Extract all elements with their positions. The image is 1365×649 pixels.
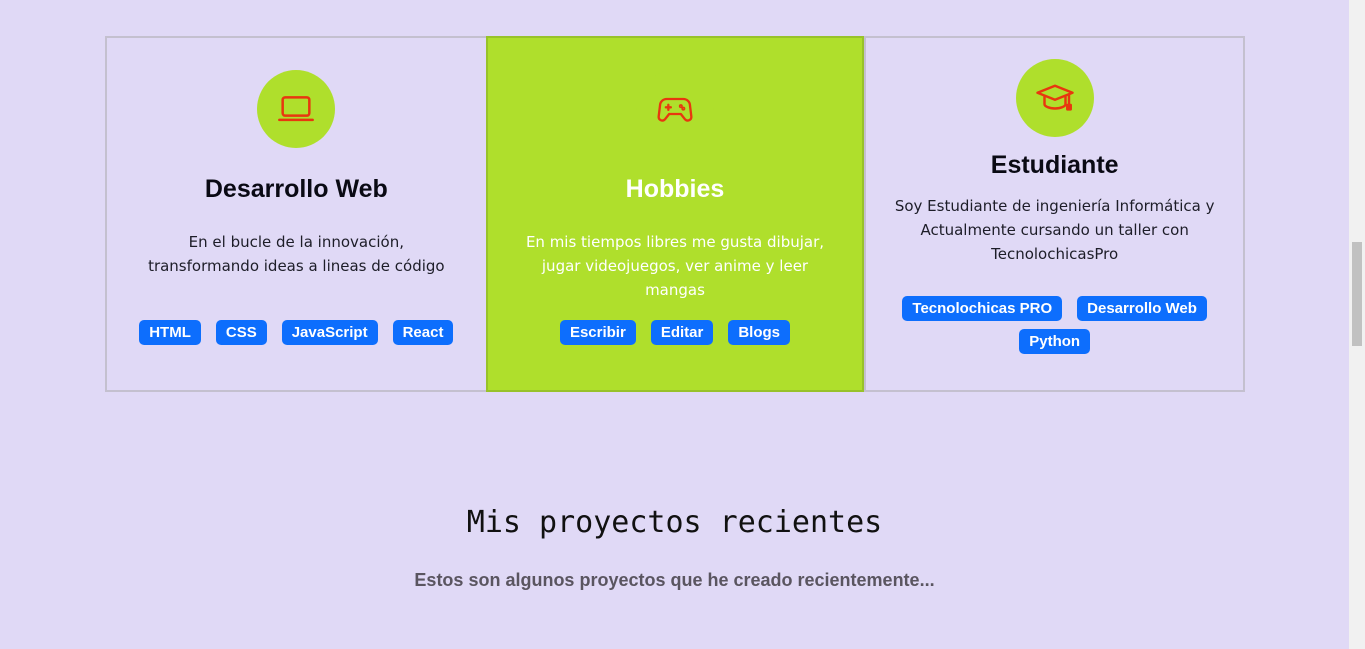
tag-javascript[interactable]: JavaScript: [281, 320, 378, 345]
scrollbar-thumb[interactable]: [1352, 242, 1362, 346]
tag-css[interactable]: CSS: [215, 320, 267, 345]
card-title: Estudiante: [990, 151, 1119, 179]
card-tags: Escribir Editar Blogs: [508, 320, 843, 345]
tag-editar[interactable]: Editar: [650, 320, 714, 345]
card-estudiante: Estudiante Soy Estudiante de ingeniería …: [864, 38, 1243, 390]
graduation-cap-icon: [1015, 59, 1094, 137]
card-tags: Tecnolochicas PRO Desarrollo Web Python: [886, 296, 1223, 354]
tag-tecnolochicas-pro[interactable]: Tecnolochicas PRO: [902, 296, 1063, 321]
projects-title: Mis proyectos recientes: [466, 505, 883, 540]
tag-html[interactable]: HTML: [139, 320, 201, 345]
card-title: Hobbies: [625, 175, 725, 203]
card-description: En el bucle de la innovación, transforma…: [148, 233, 445, 275]
tag-react[interactable]: React: [392, 320, 454, 345]
card-description: Soy Estudiante de ingeniería Informática…: [894, 197, 1215, 263]
laptop-icon: [257, 70, 336, 148]
tag-python[interactable]: Python: [1019, 329, 1091, 354]
tag-blogs[interactable]: Blogs: [728, 320, 791, 345]
card-description: En mis tiempos libres me gusta dibujar, …: [525, 233, 825, 299]
page: Desarrollo Web En el bucle de la innovac…: [0, 0, 1349, 649]
skills-cards: Desarrollo Web En el bucle de la innovac…: [105, 36, 1245, 392]
card-tags: HTML CSS JavaScript React: [127, 320, 466, 345]
card-desarrollo-web: Desarrollo Web En el bucle de la innovac…: [107, 38, 486, 390]
card-hobbies: Hobbies En mis tiempos libres me gusta d…: [485, 36, 865, 392]
projects-subtitle: Estos son algunos proyectos que he cread…: [414, 570, 935, 590]
tag-escribir[interactable]: Escribir: [559, 320, 636, 345]
gamepad-icon: [635, 70, 714, 148]
card-title: Desarrollo Web: [204, 175, 388, 203]
tag-desarrollo-web[interactable]: Desarrollo Web: [1077, 296, 1207, 321]
scrollbar[interactable]: [1349, 0, 1365, 649]
